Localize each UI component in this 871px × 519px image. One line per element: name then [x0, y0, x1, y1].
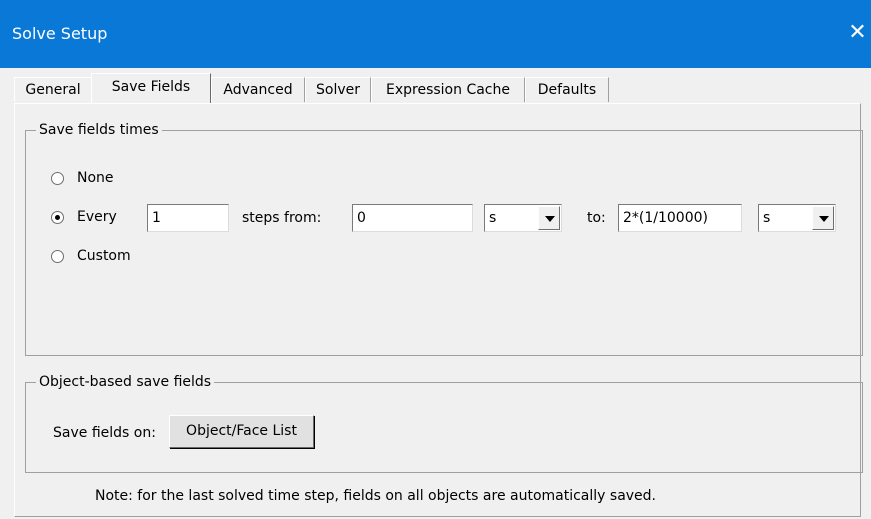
- to-time-input[interactable]: 2*(1/10000): [618, 204, 742, 232]
- dialog-body: General Save Fields Advanced Solver Expr…: [0, 68, 871, 519]
- save-fields-times-group: Save fields times None Every 1 steps fro…: [25, 121, 863, 356]
- object-face-list-button[interactable]: Object/Face List: [169, 415, 314, 448]
- autosave-note: Note: for the last solved time step, fie…: [95, 488, 657, 504]
- from-unit-select[interactable]: s: [484, 204, 562, 232]
- radio-custom-label: Custom: [77, 248, 131, 264]
- close-icon[interactable]: ✕: [844, 0, 871, 68]
- to-unit-dropdown-button[interactable]: [812, 206, 834, 230]
- object-based-group: Object-based save fields Save fields on:…: [25, 373, 863, 473]
- tab-defaults[interactable]: Defaults: [525, 77, 609, 102]
- steps-from-label: steps from:: [242, 210, 322, 226]
- tab-general[interactable]: General: [14, 77, 92, 102]
- save-fields-on-label: Save fields on:: [53, 425, 156, 441]
- to-unit-select[interactable]: s: [758, 204, 836, 232]
- from-time-input[interactable]: 0: [352, 204, 473, 232]
- tab-save-fields[interactable]: Save Fields: [91, 73, 211, 103]
- radio-none[interactable]: [51, 172, 64, 185]
- title-bar: Solve Setup ✕: [0, 0, 871, 68]
- chevron-down-icon: [545, 216, 555, 222]
- tab-advanced[interactable]: Advanced: [211, 77, 305, 102]
- every-steps-input[interactable]: 1: [147, 204, 229, 232]
- radio-none-label: None: [77, 170, 114, 186]
- from-unit-value: s: [489, 210, 497, 226]
- radio-every-label: Every: [77, 209, 117, 225]
- radio-custom[interactable]: [51, 250, 64, 263]
- object-based-label: Object-based save fields: [36, 373, 215, 391]
- save-fields-times-label: Save fields times: [36, 121, 162, 139]
- radio-selected-dot: [55, 215, 60, 220]
- tab-expression-cache[interactable]: Expression Cache: [371, 77, 525, 102]
- to-label: to:: [587, 210, 606, 226]
- from-unit-dropdown-button[interactable]: [538, 206, 560, 230]
- to-unit-value: s: [763, 210, 771, 226]
- radio-every[interactable]: [51, 211, 64, 224]
- tab-solver[interactable]: Solver: [305, 77, 371, 102]
- save-fields-panel: Save fields times None Every 1 steps fro…: [14, 103, 863, 517]
- window-title: Solve Setup: [12, 24, 108, 43]
- chevron-down-icon: [819, 216, 829, 222]
